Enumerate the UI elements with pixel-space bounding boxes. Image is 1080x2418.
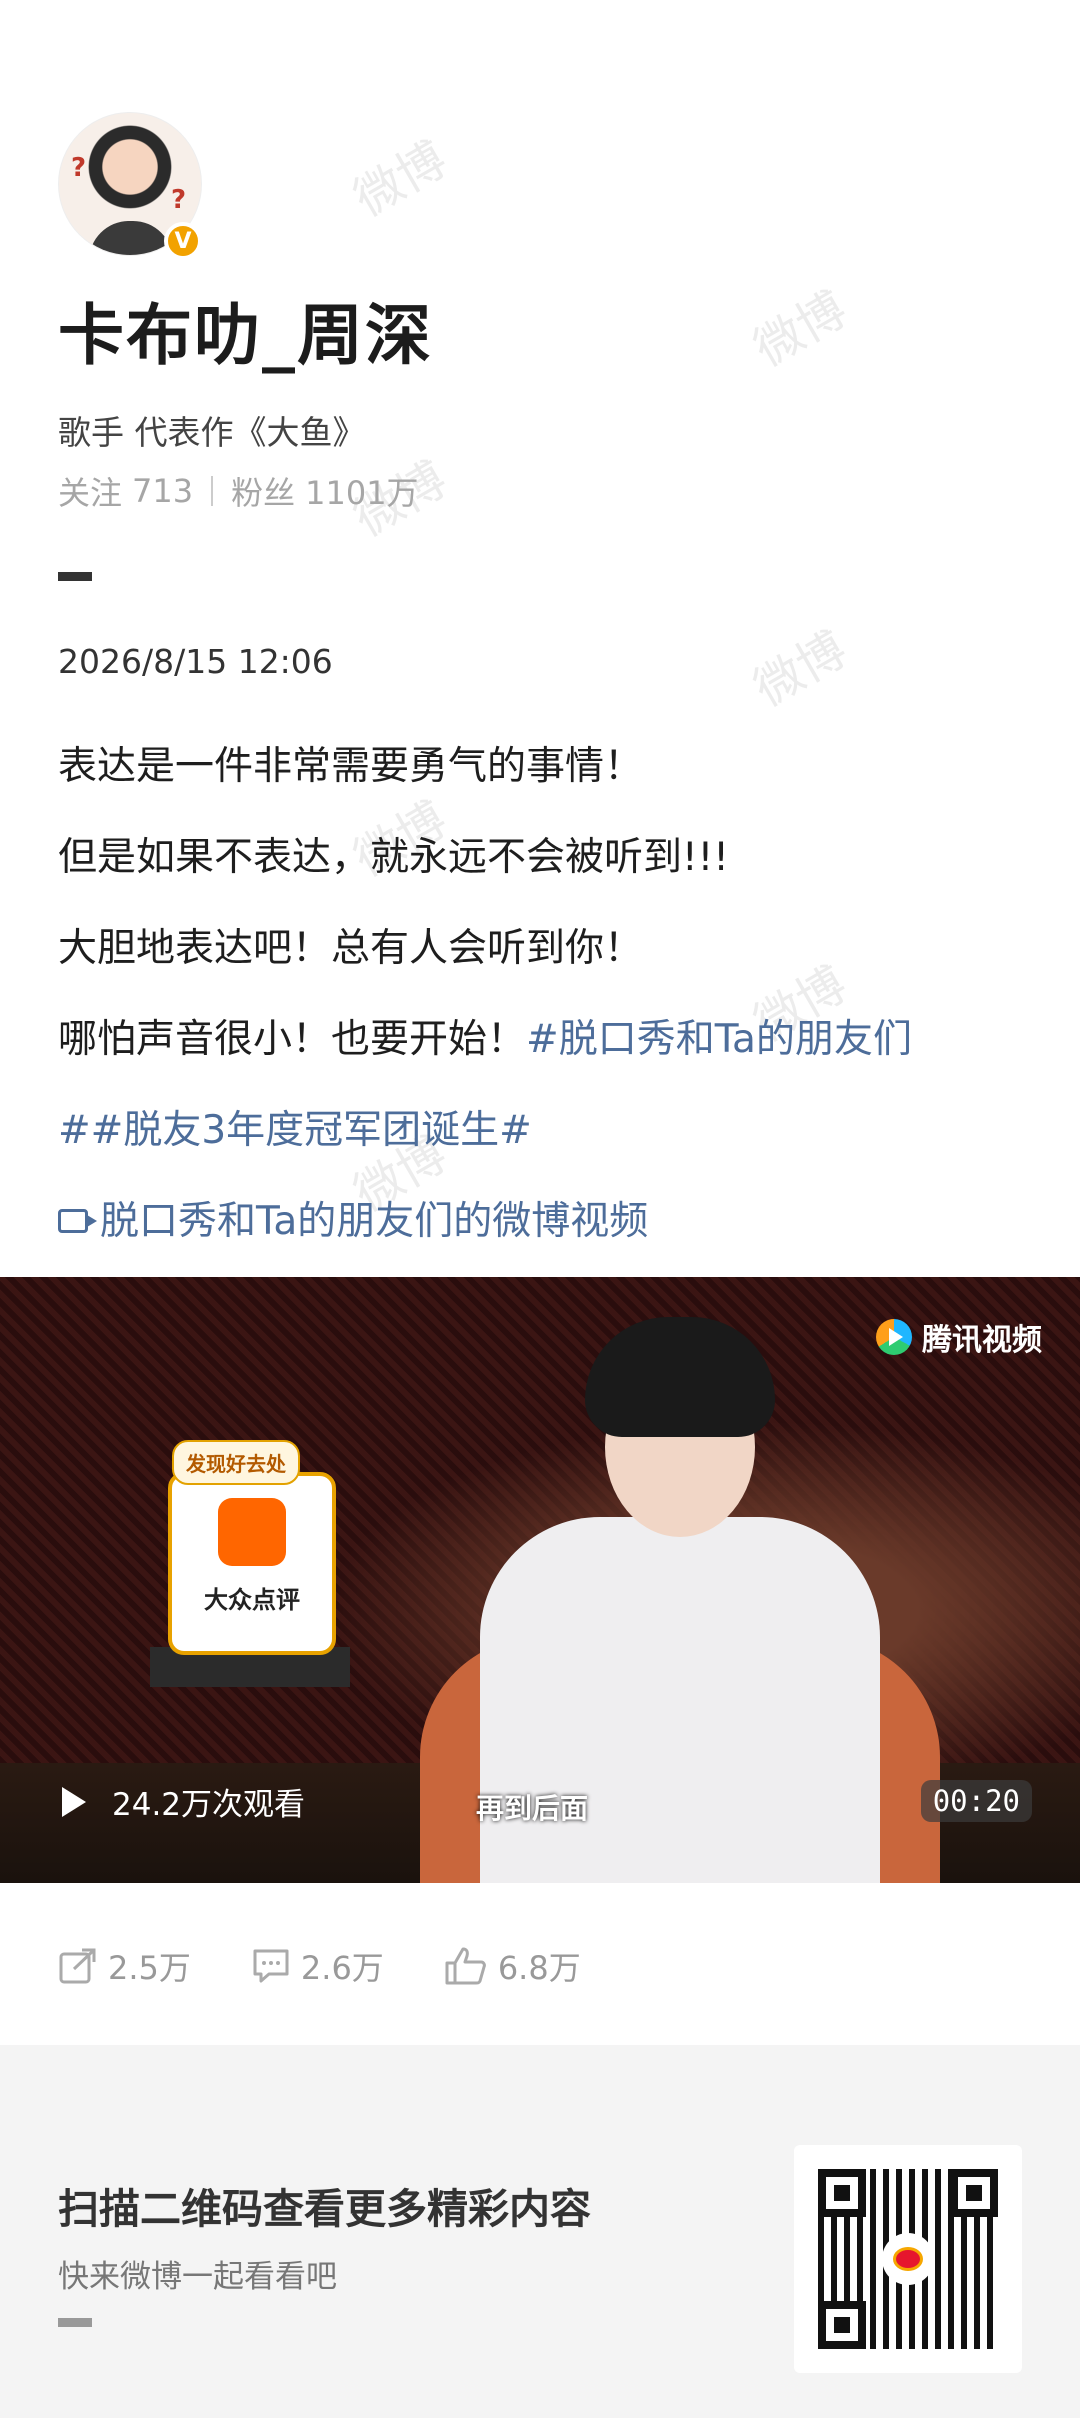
following-label[interactable]: 关注 xyxy=(58,468,122,514)
repost-icon xyxy=(59,1948,96,1984)
footer-divider xyxy=(58,2318,92,2327)
footer-promo: 扫描二维码查看更多精彩内容 快来微博一起看看吧 xyxy=(0,2045,1080,2418)
footer-title: 扫描二维码查看更多精彩内容 xyxy=(58,2185,591,2233)
post-actions: 2.5万 2.6万 6.8万 xyxy=(58,1943,641,1989)
video-duration: 00:20 xyxy=(920,1780,1032,1822)
sponsor-sign: 大众点评 xyxy=(168,1472,336,1655)
post-line: 哪怕声音很小！也要开始！ xyxy=(58,1017,527,1062)
post-line-with-hashtag: 哪怕声音很小！也要开始！#脱口秀和Ta的朋友们 xyxy=(58,1008,912,1064)
watermark: 微博 xyxy=(344,131,457,228)
video-link-label: 脱口秀和Ta的朋友们的微博视频 xyxy=(100,1199,649,1244)
repost-button[interactable]: 2.5万 xyxy=(58,1943,191,1989)
section-divider xyxy=(58,572,92,581)
footer-subtitle: 快来微博一起看看吧 xyxy=(58,2259,337,2295)
sponsor-logo-icon xyxy=(218,1498,286,1566)
video-person xyxy=(480,1517,880,1883)
post-timestamp: 2026/8/15 12:06 xyxy=(58,642,333,681)
verified-badge-icon: V xyxy=(164,222,202,260)
hashtag-link[interactable]: #脱口秀和Ta的朋友们 xyxy=(526,1017,912,1062)
video-link[interactable]: 脱口秀和Ta的朋友们的微博视频 xyxy=(58,1190,648,1246)
stats-divider xyxy=(211,476,214,506)
video-person-hair xyxy=(585,1317,775,1437)
profile-name[interactable]: 卡布叻_周深 xyxy=(58,282,433,378)
video-subtitle: 再到后面 xyxy=(476,1792,589,1825)
like-count: 6.8万 xyxy=(497,1949,581,1987)
post-line: 但是如果不表达，就永远不会被听到!!! xyxy=(58,835,729,880)
like-icon xyxy=(445,1947,486,1985)
video-link-icon xyxy=(58,1208,97,1233)
play-icon[interactable] xyxy=(62,1786,86,1817)
video-views[interactable]: 24.2万次观看 xyxy=(62,1779,305,1824)
watermark: 微博 xyxy=(744,621,857,718)
like-button[interactable]: 6.8万 xyxy=(444,1943,581,1989)
platform-logo: 腾讯视频 xyxy=(876,1315,1042,1359)
post-line: 表达是一件非常需要勇气的事情！ xyxy=(58,744,644,789)
repost-count: 2.5万 xyxy=(108,1949,191,1987)
platform-name: 腾讯视频 xyxy=(922,1323,1042,1358)
watermark: 微博 xyxy=(744,281,857,378)
tencent-video-icon xyxy=(876,1319,912,1355)
comment-button[interactable]: 2.6万 xyxy=(251,1943,384,1989)
profile-stats: 关注 713 粉丝 1101万 xyxy=(58,468,419,514)
weibo-logo-icon xyxy=(882,2233,934,2285)
followers-count[interactable]: 1101万 xyxy=(305,468,418,514)
sponsor-tag: 发现好去处 xyxy=(172,1440,300,1485)
views-count: 24.2万次观看 xyxy=(112,1787,306,1823)
profile-bio: 歌手 代表作《大鱼》 xyxy=(58,413,366,452)
hashtag-link[interactable]: ##脱友3年度冠军团诞生# xyxy=(58,1099,532,1155)
sponsor-brand: 大众点评 xyxy=(204,1586,300,1614)
followers-label[interactable]: 粉丝 xyxy=(231,468,295,514)
comment-icon xyxy=(253,1949,289,1983)
comment-count: 2.6万 xyxy=(300,1949,384,1987)
post-line: 大胆地表达吧！总有人会听到你！ xyxy=(58,926,644,971)
qr-code-icon xyxy=(818,2169,998,2349)
qr-code[interactable] xyxy=(794,2145,1022,2373)
following-count[interactable]: 713 xyxy=(132,472,193,510)
video-player[interactable]: 大众点评 发现好去处 腾讯视频 24.2万次观看 再到后面 00:20 xyxy=(0,1277,1080,1883)
